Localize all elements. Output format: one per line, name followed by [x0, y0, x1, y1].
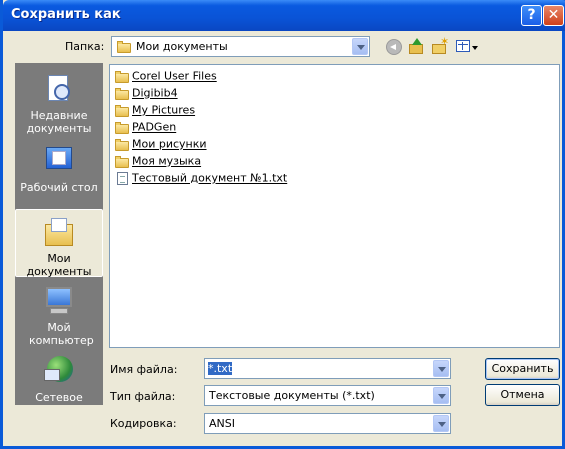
list-item[interactable]: PADGen — [114, 120, 176, 136]
folder-icon — [114, 70, 130, 83]
place-my-documents[interactable]: Мои документы — [15, 209, 103, 278]
list-item[interactable]: Тестовый документ №1.txt — [114, 171, 287, 187]
folder-icon — [114, 138, 130, 151]
place-label: Рабочий стол — [20, 181, 98, 194]
filetype-value: Текстовые документы (*.txt) — [209, 389, 375, 402]
music-folder-icon — [114, 155, 130, 168]
chevron-down-icon[interactable] — [433, 415, 449, 432]
my-documents-icon — [42, 216, 76, 248]
list-item[interactable]: Моя музыка — [114, 154, 201, 170]
back-icon[interactable] — [385, 38, 403, 56]
file-name: PADGen — [132, 120, 177, 134]
file-name: Corel User Files — [132, 69, 217, 83]
file-name: Тестовый документ №1.txt — [132, 171, 288, 185]
close-button[interactable]: ✕ — [543, 5, 564, 26]
place-label: Мои документы — [26, 252, 92, 278]
place-label: Сетевое — [35, 391, 83, 404]
place-desktop[interactable]: Рабочий стол — [15, 145, 103, 194]
filetype-dropdown[interactable]: Текстовые документы (*.txt) — [204, 385, 451, 406]
desktop-icon — [42, 145, 76, 177]
network-icon — [42, 355, 76, 387]
list-item[interactable]: Digibib4 — [114, 86, 178, 102]
list-item[interactable]: Corel User Files — [114, 69, 217, 85]
place-label: Мой компьютер — [29, 321, 94, 347]
encoding-value: ANSI — [209, 417, 235, 430]
chevron-down-icon[interactable] — [433, 387, 449, 404]
cancel-button[interactable]: Отмена — [485, 384, 560, 406]
save-button[interactable]: Сохранить — [485, 358, 560, 380]
file-name: Мои рисунки — [132, 137, 207, 151]
encoding-dropdown[interactable]: ANSI — [204, 413, 451, 434]
filename-value: *.txt — [208, 362, 233, 375]
place-my-computer[interactable]: Мой компьютер — [15, 285, 103, 347]
file-name: My Pictures — [132, 103, 196, 117]
filename-input[interactable]: *.txt — [204, 358, 451, 379]
recent-documents-icon — [42, 73, 76, 105]
encoding-label: Кодировка: — [110, 417, 177, 430]
my-documents-folder-icon — [116, 40, 132, 53]
chevron-down-icon[interactable] — [352, 38, 368, 55]
list-item[interactable]: My Pictures — [114, 103, 195, 119]
up-folder-icon[interactable] — [407, 38, 425, 56]
filename-label: Имя файла: — [110, 363, 178, 376]
filetype-label: Тип файла: — [110, 390, 176, 403]
my-computer-icon — [42, 285, 76, 317]
chevron-down-icon[interactable] — [433, 360, 449, 377]
dialog-title: Сохранить как — [11, 7, 121, 22]
view-menu-icon[interactable] — [455, 38, 478, 56]
title-bar[interactable]: Сохранить как ? ✕ — [3, 0, 565, 31]
folder-icon — [114, 87, 130, 100]
text-file-icon — [114, 171, 130, 185]
list-item[interactable]: Мои рисунки — [114, 137, 207, 153]
help-button[interactable]: ? — [521, 5, 542, 26]
file-name: Моя музыка — [132, 154, 202, 168]
save-as-dialog: Сохранить как ? ✕ Папка: Мои документы Н… — [0, 0, 565, 449]
location-label: Папка: — [65, 40, 105, 53]
location-dropdown[interactable]: Мои документы — [111, 36, 370, 57]
new-folder-icon[interactable] — [431, 35, 449, 56]
place-network[interactable]: Сетевое — [15, 355, 103, 404]
file-list[interactable]: Corel User Files Digibib4 My Pictures PA… — [109, 64, 560, 348]
folder-icon — [114, 104, 130, 117]
place-label: Недавние документы — [26, 109, 92, 135]
folder-icon — [114, 121, 130, 134]
location-value: Мои документы — [136, 40, 228, 53]
place-recent-documents[interactable]: Недавние документы — [15, 73, 103, 135]
places-bar: Недавние документы Рабочий стол Мои доку… — [15, 63, 103, 405]
file-name: Digibib4 — [132, 86, 178, 100]
